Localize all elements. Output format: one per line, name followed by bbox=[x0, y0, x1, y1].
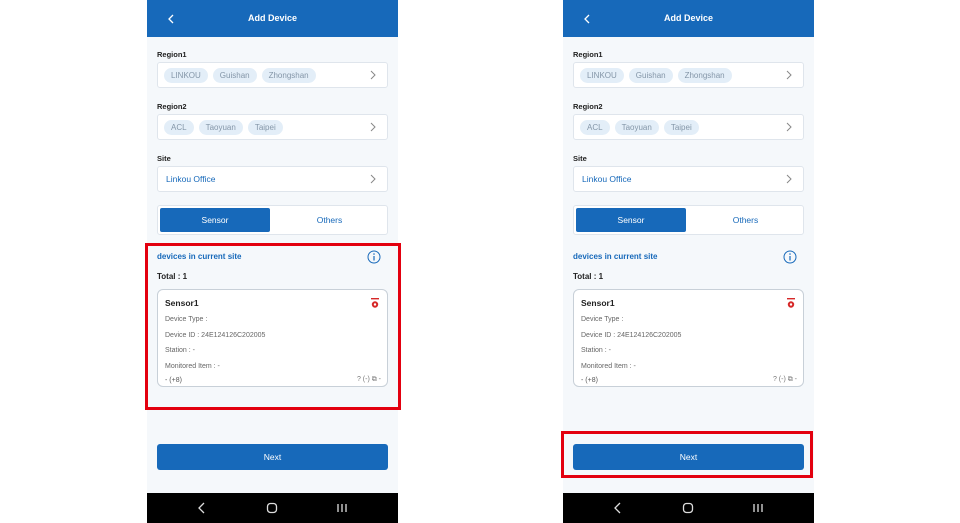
nav-home-icon[interactable] bbox=[680, 500, 696, 516]
region2-label: Region2 bbox=[157, 102, 187, 111]
region2-chip: Taoyuan bbox=[614, 120, 659, 135]
page-title: Add Device bbox=[247, 13, 298, 23]
device-monitored-item: Monitored Item : - bbox=[581, 363, 636, 370]
device-footer-icons: ? (-) ⧉ - bbox=[772, 376, 797, 383]
region2-chip: ACL bbox=[580, 120, 610, 135]
site-select[interactable]: Linkou Office bbox=[157, 166, 388, 192]
site-select[interactable]: Linkou Office bbox=[573, 166, 804, 192]
region2-chip: Taipei bbox=[247, 120, 283, 135]
tab-others[interactable]: Others bbox=[274, 208, 385, 232]
tab-sensor[interactable]: Sensor bbox=[576, 208, 686, 232]
delete-icon[interactable] bbox=[786, 297, 796, 309]
android-nav-bar bbox=[147, 493, 398, 523]
next-button[interactable]: Next bbox=[157, 444, 388, 470]
device-monitored-item: Monitored Item : - bbox=[165, 363, 220, 370]
device-card[interactable]: Sensor1 Device Type : Device ID : 24E124… bbox=[573, 289, 804, 387]
chevron-right-icon bbox=[786, 174, 792, 184]
chevron-right-icon bbox=[370, 122, 376, 132]
nav-recents-icon[interactable] bbox=[750, 500, 766, 516]
region1-chip: LINKOU bbox=[580, 68, 624, 83]
device-station: Station : - bbox=[165, 347, 195, 354]
device-type: Device Type : bbox=[581, 316, 624, 323]
region1-select[interactable]: LINKOU Guishan Zhongshan bbox=[157, 62, 388, 88]
android-nav-bar bbox=[563, 493, 814, 523]
device-type-tabs: Sensor Others bbox=[157, 205, 388, 235]
region1-chip: LINKOU bbox=[164, 68, 208, 83]
region1-label: Region1 bbox=[573, 50, 603, 59]
devices-total: Total : 1 bbox=[157, 272, 188, 281]
devices-total: Total : 1 bbox=[573, 272, 604, 281]
region1-chip: Zhongshan bbox=[677, 68, 732, 83]
region2-label: Region2 bbox=[573, 102, 603, 111]
info-icon[interactable] bbox=[783, 250, 797, 264]
region1-chip: Zhongshan bbox=[261, 68, 316, 83]
site-label: Site bbox=[157, 154, 171, 163]
device-name: Sensor1 bbox=[165, 298, 199, 308]
tab-others[interactable]: Others bbox=[690, 208, 801, 232]
device-id: Device ID : 24E124126C202005 bbox=[165, 332, 266, 339]
region1-chip: Guishan bbox=[212, 68, 257, 83]
site-value: Linkou Office bbox=[166, 174, 216, 184]
site-value: Linkou Office bbox=[582, 174, 632, 184]
device-footer: - (+8) bbox=[165, 377, 182, 384]
device-type: Device Type : bbox=[165, 316, 208, 323]
site-label: Site bbox=[573, 154, 587, 163]
devices-section-title: devices in current site bbox=[573, 252, 658, 261]
device-type-tabs: Sensor Others bbox=[573, 205, 804, 235]
device-station: Station : - bbox=[581, 347, 611, 354]
nav-home-icon[interactable] bbox=[264, 500, 280, 516]
region2-chip: ACL bbox=[164, 120, 194, 135]
next-button[interactable]: Next bbox=[573, 444, 804, 470]
app-header: Add Device bbox=[147, 0, 398, 37]
phone-screen-right: Add Device Region1 LINKOU Guishan Zhongs… bbox=[563, 0, 814, 523]
region1-label: Region1 bbox=[157, 50, 187, 59]
device-name: Sensor1 bbox=[581, 298, 615, 308]
chevron-right-icon bbox=[370, 70, 376, 80]
page-title: Add Device bbox=[663, 13, 714, 23]
device-card[interactable]: Sensor1 Device Type : Device ID : 24E124… bbox=[157, 289, 388, 387]
device-footer-icons: ? (-) ⧉ - bbox=[356, 376, 381, 383]
region2-chip: Taoyuan bbox=[198, 120, 243, 135]
nav-back-icon[interactable] bbox=[194, 500, 210, 516]
app-header: Add Device bbox=[563, 0, 814, 37]
delete-icon[interactable] bbox=[370, 297, 380, 309]
phone-screen-left: Add Device Region1 LINKOU Guishan Zhongs… bbox=[147, 0, 398, 523]
region1-select[interactable]: LINKOU Guishan Zhongshan bbox=[573, 62, 804, 88]
device-id: Device ID : 24E124126C202005 bbox=[581, 332, 682, 339]
region2-select[interactable]: ACL Taoyuan Taipei bbox=[573, 114, 804, 140]
nav-recents-icon[interactable] bbox=[334, 500, 350, 516]
chevron-right-icon bbox=[370, 174, 376, 184]
devices-section-title: devices in current site bbox=[157, 252, 242, 261]
info-icon[interactable] bbox=[367, 250, 381, 264]
region2-select[interactable]: ACL Taoyuan Taipei bbox=[157, 114, 388, 140]
chevron-right-icon bbox=[786, 122, 792, 132]
nav-back-icon[interactable] bbox=[610, 500, 626, 516]
tab-sensor[interactable]: Sensor bbox=[160, 208, 270, 232]
chevron-right-icon bbox=[786, 70, 792, 80]
region1-chip: Guishan bbox=[628, 68, 673, 83]
region2-chip: Taipei bbox=[663, 120, 699, 135]
device-footer: - (+8) bbox=[581, 377, 598, 384]
